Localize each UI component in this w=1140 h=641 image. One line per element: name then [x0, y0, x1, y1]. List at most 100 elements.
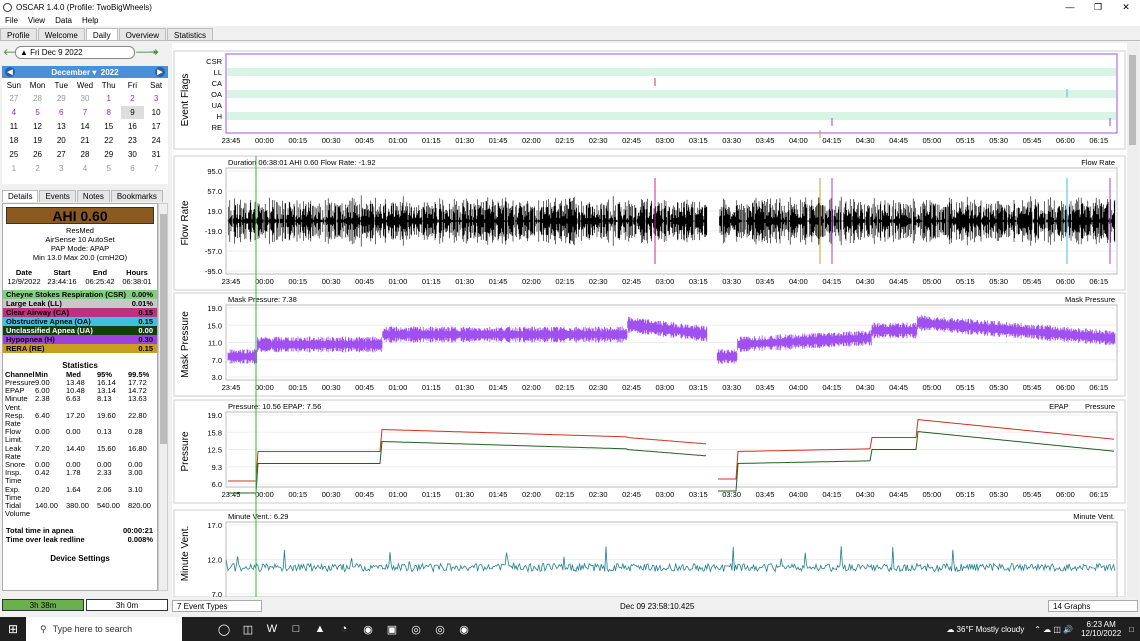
date-picker[interactable]: ▲ Fri Dec 9 2022 [15, 45, 135, 59]
event-summary-row[interactable]: RERA (RE) 0.15 [3, 344, 157, 353]
maximize-icon[interactable]: ❐ [1084, 0, 1112, 14]
event-summary-row[interactable]: Hypopnea (H) 0.30 [3, 335, 157, 344]
calendar-day[interactable]: 22 [97, 134, 121, 147]
event-summary-row[interactable]: Clear Airway (CA) 0.15 [3, 308, 157, 317]
calendar-day[interactable]: 28 [73, 148, 97, 161]
calendar-day[interactable]: 30 [73, 92, 97, 105]
next-day-icon[interactable]: 🡒 [135, 47, 159, 58]
menu-data[interactable]: Data [55, 16, 72, 25]
calendar-day[interactable]: 4 [2, 106, 26, 119]
menu-help[interactable]: Help [82, 16, 98, 25]
minimize-icon[interactable]: — [1056, 0, 1084, 14]
tab-welcome[interactable]: Welcome [37, 28, 85, 40]
menu-view[interactable]: View [28, 16, 45, 25]
calendar-day[interactable]: 4 [73, 162, 97, 175]
calendar-day[interactable]: 17 [144, 120, 168, 133]
calendar-day[interactable]: 1 [2, 162, 26, 175]
graphs-scrollbar-thumb[interactable] [1129, 55, 1136, 145]
prev-month-icon[interactable]: ◀ [5, 67, 15, 77]
event-summary-row[interactable]: Unclassified Apnea (UA) 0.00 [3, 326, 157, 335]
calendar-year[interactable]: 2022 [101, 68, 119, 77]
previous-day-icon[interactable]: 🡐 [3, 47, 27, 58]
calendar-day[interactable]: 6 [121, 162, 145, 175]
calendar-day[interactable]: 7 [144, 162, 168, 175]
calendar-day[interactable]: 19 [26, 134, 50, 147]
close-icon[interactable]: ✕ [1112, 0, 1140, 14]
app2-icon[interactable]: ◉ [356, 617, 380, 641]
event-summary-row[interactable]: Large Leak (LL) 0.01% [3, 299, 157, 308]
calendar-day[interactable]: 5 [97, 162, 121, 175]
time-tick-label: 04:45 [889, 277, 908, 286]
tab-notes[interactable]: Notes [76, 190, 110, 202]
tab-events[interactable]: Events [39, 190, 76, 202]
calendar-day[interactable]: 30 [121, 148, 145, 161]
oscar-taskbar-icon[interactable]: ◉ [452, 617, 476, 641]
calendar-day[interactable]: 24 [144, 134, 168, 147]
edge-icon[interactable]: ◔ [332, 617, 356, 641]
last-day-icon[interactable]: ⇥ [147, 47, 159, 58]
details-scrollbar-thumb[interactable] [160, 214, 167, 444]
calendar-day[interactable]: 26 [26, 148, 50, 161]
app-icon[interactable]: ▲ [308, 617, 332, 641]
calendar-day[interactable]: 1 [97, 92, 121, 105]
event-summary-row[interactable]: Cheyne Stokes Respiration (CSR) 0.00% [3, 290, 157, 299]
stat-cell: 8.13 [96, 394, 112, 404]
menu-file[interactable]: File [5, 16, 18, 25]
cortana-icon[interactable]: ◯ [212, 617, 236, 641]
tray-icons[interactable]: ⌃ ☁ ◫ 🔊 [1034, 625, 1073, 634]
calendar-day[interactable]: 21 [73, 134, 97, 147]
graphs-svg[interactable]: Event Flags 23:45 00:00 00:15 00:30 00:45 01:0… [172, 43, 1127, 599]
time-tick-label: 03:15 [689, 277, 708, 286]
calendar-day[interactable]: 27 [2, 92, 26, 105]
tab-details[interactable]: Details [2, 190, 39, 202]
calendar-day[interactable]: 27 [49, 148, 73, 161]
calendar-day[interactable]: 10 [144, 106, 168, 119]
time-tick-label: 00:15 [288, 136, 307, 145]
calendar-day[interactable]: 5 [26, 106, 50, 119]
event-types-dropdown[interactable]: 7 Event Types [172, 600, 262, 612]
windows-start-icon[interactable]: ⊞ [0, 617, 26, 641]
calendar-day[interactable]: 28 [26, 92, 50, 105]
photos-icon[interactable]: ▣ [380, 617, 404, 641]
calendar-day[interactable]: 14 [73, 120, 97, 133]
calendar-day[interactable]: 11 [2, 120, 26, 133]
calendar-day[interactable]: 8 [97, 106, 121, 119]
task-view-icon[interactable]: ◫ [236, 617, 260, 641]
calendar-day[interactable]: 12 [26, 120, 50, 133]
clock[interactable]: 6:23 AM 12/10/2022 [1081, 620, 1121, 638]
details-scrollbar[interactable] [158, 203, 168, 591]
tab-statistics[interactable]: Statistics [167, 28, 214, 40]
calendar-day[interactable]: 2 [121, 92, 145, 105]
next-month-icon[interactable]: ▶ [155, 67, 165, 77]
event-summary-row[interactable]: Obstructive Apnea (OA) 0.15 [3, 317, 157, 326]
calendar-day[interactable]: 25 [2, 148, 26, 161]
calendar-day[interactable]: 7 [73, 106, 97, 119]
graphs-dropdown[interactable]: 14 Graphs [1048, 600, 1138, 612]
notifications-icon[interactable]: □ [1129, 625, 1134, 634]
calendar-day[interactable]: 29 [49, 92, 73, 105]
graphs-scrollbar[interactable] [1127, 43, 1138, 597]
calendar-day[interactable]: 9 [120, 106, 145, 119]
tab-overview[interactable]: Overview [118, 28, 167, 40]
calendar-day[interactable]: 3 [49, 162, 73, 175]
calendar-day[interactable]: 23 [121, 134, 145, 147]
tab-profile[interactable]: Profile [0, 28, 37, 40]
calendar-day[interactable]: 15 [97, 120, 121, 133]
folder-icon[interactable]: □ [284, 617, 308, 641]
calendar-month[interactable]: December [51, 68, 90, 77]
calendar-day[interactable]: 16 [121, 120, 145, 133]
calendar-day[interactable]: 29 [97, 148, 121, 161]
chrome-icon[interactable]: ◎ [404, 617, 428, 641]
calendar-day[interactable]: 2 [26, 162, 50, 175]
word-icon[interactable]: W [260, 617, 284, 641]
calendar-day[interactable]: 20 [49, 134, 73, 147]
tab-bookmarks[interactable]: Bookmarks [110, 190, 163, 202]
calendar-day[interactable]: 6 [49, 106, 73, 119]
calendar-day[interactable]: 3 [144, 92, 168, 105]
calendar-day[interactable]: 13 [49, 120, 73, 133]
tab-daily[interactable]: Daily [85, 28, 118, 40]
calendar-day[interactable]: 18 [2, 134, 26, 147]
taskbar-search[interactable]: ⚲ Type here to search [26, 617, 182, 641]
calendar-day[interactable]: 31 [144, 148, 168, 161]
chrome2-icon[interactable]: ◎ [428, 617, 452, 641]
